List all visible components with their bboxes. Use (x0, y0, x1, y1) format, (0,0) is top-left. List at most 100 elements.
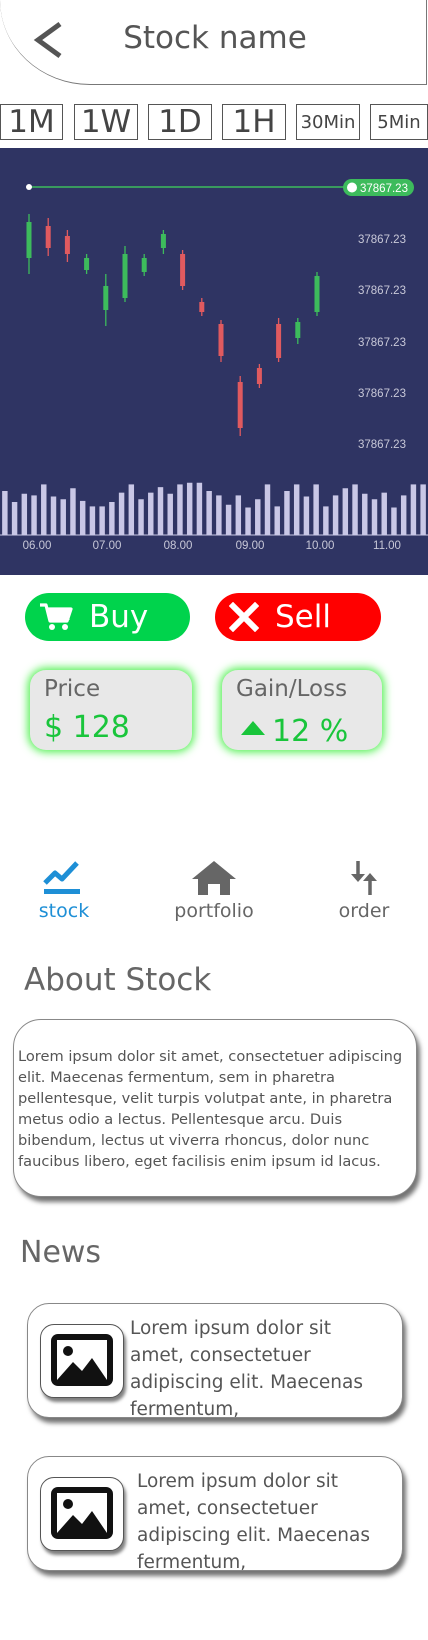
volume-bar (11, 502, 18, 535)
volume-bar (41, 484, 47, 535)
x-tick-label: 08.00 (164, 540, 193, 552)
news-heading: News (20, 1235, 102, 1270)
volume-bar (167, 493, 173, 535)
about-stock-heading: About Stock (24, 962, 212, 998)
volume-bar (264, 484, 271, 535)
price-chart[interactable]: 37867.23 37867.23 37867.23 37867.23 3786… (0, 148, 428, 575)
candle-body (141, 258, 147, 272)
gain-loss-card: Gain/Loss 12 % (222, 670, 382, 750)
price-line-start-dot (26, 184, 32, 190)
about-stock-card: Lorem ipsum dolor sit amet, consectetuer… (13, 1019, 417, 1197)
current-price-dot (347, 182, 357, 193)
y-tick-label: 37867.23 (358, 439, 406, 451)
timeframe-1d[interactable]: 1D (148, 104, 212, 140)
candle-body (103, 286, 109, 310)
chevron-left-icon (33, 21, 62, 59)
nav-stock-label: stock (38, 900, 90, 922)
nav-portfolio[interactable]: portfolio (159, 858, 269, 928)
timeframe-1w[interactable]: 1W (74, 104, 138, 140)
x-tick-label: 06.00 (23, 540, 52, 552)
volume-bar (177, 484, 183, 535)
y-tick-label: 37867.23 (358, 337, 406, 349)
volume-bar (362, 493, 368, 535)
volume-bar (293, 484, 300, 535)
volume-bar (148, 492, 154, 535)
price-value: $ 128 (44, 710, 130, 745)
sell-label: Sell (275, 599, 331, 635)
y-tick-label: 37867.23 (358, 388, 406, 400)
volume-bar (118, 492, 125, 535)
volume-bar (99, 506, 105, 535)
sell-button[interactable]: Sell (215, 593, 381, 641)
candle-body (199, 302, 205, 312)
swap-vertical-icon (351, 861, 377, 895)
volume-bar (89, 506, 96, 535)
timeframe-1h[interactable]: 1H (222, 104, 286, 140)
volume-bar (216, 495, 222, 535)
volume-bar (410, 484, 417, 535)
x-tick-label: 10.00 (306, 540, 335, 552)
timeframe-1m[interactable]: 1M (0, 104, 63, 140)
volume-bar (2, 491, 8, 535)
buy-button[interactable]: Buy (25, 593, 190, 641)
price-label: Price (44, 676, 101, 702)
volume-bar (342, 488, 349, 535)
trending-up-icon (43, 861, 80, 894)
close-icon (229, 602, 259, 632)
news-text: Lorem ipsum dolor sit amet, consectetuer… (137, 1471, 371, 1573)
volume-bar (225, 504, 232, 535)
candle-body (45, 226, 51, 248)
volume-bar (332, 495, 339, 535)
volume-bar (245, 507, 251, 535)
nav-order[interactable]: order (309, 858, 419, 928)
volume-bar (21, 493, 28, 535)
back-button[interactable] (30, 14, 70, 64)
volume-bar (60, 499, 66, 535)
timeframe-5min[interactable]: 5Min (370, 104, 428, 140)
x-tick-label: 09.00 (236, 540, 265, 552)
candle-body (276, 324, 282, 358)
volume-bar (313, 484, 319, 535)
volume-bar (391, 507, 397, 535)
news-item[interactable]: Lorem ipsum dolor sit amet, consectetuer… (27, 1456, 403, 1573)
news-thumbnail (40, 1324, 124, 1398)
nav-order-label: order (338, 900, 390, 922)
volume-bar (70, 488, 76, 535)
timeframe-30min[interactable]: 30Min (296, 104, 360, 140)
image-icon (51, 1334, 113, 1386)
volume-bar (196, 482, 203, 535)
volume-bar (420, 484, 426, 535)
candle-body (160, 234, 166, 248)
news-item[interactable]: Lorem ipsum dolor sit amet, consectetuer… (27, 1303, 403, 1420)
volume-bar (303, 496, 310, 535)
candle-body (84, 258, 90, 270)
candle-body (295, 322, 301, 338)
volume-bar (206, 491, 212, 535)
volume-bar (400, 495, 407, 535)
volume-bar (274, 506, 280, 535)
volume-bar (109, 502, 115, 535)
nav-portfolio-label: portfolio (174, 900, 254, 922)
gain-loss-label: Gain/Loss (236, 676, 348, 702)
volume-bar (235, 495, 242, 535)
volume-bar (31, 495, 37, 535)
candle-body (237, 382, 243, 428)
volume-bar (128, 484, 135, 535)
nav-stock[interactable]: stock (9, 858, 119, 928)
image-icon (51, 1487, 113, 1539)
home-icon (192, 861, 236, 895)
volume-bar (352, 484, 358, 535)
price-card: Price $ 128 (30, 670, 192, 750)
y-tick-label: 37867.23 (358, 234, 406, 246)
candle-body (314, 276, 320, 312)
gain-loss-value: 12 % (272, 714, 349, 749)
candle-body (64, 236, 70, 254)
about-stock-text: Lorem ipsum dolor sit amet, consectetuer… (18, 1048, 403, 1170)
buy-label: Buy (89, 599, 149, 635)
x-tick-label: 11.00 (373, 540, 401, 552)
volume-bar (381, 492, 387, 535)
volume-bar (157, 487, 164, 535)
volume-bar (138, 499, 144, 535)
page-title: Stock name (123, 20, 307, 56)
news-text: Lorem ipsum dolor sit amet, consectetuer… (130, 1318, 364, 1420)
